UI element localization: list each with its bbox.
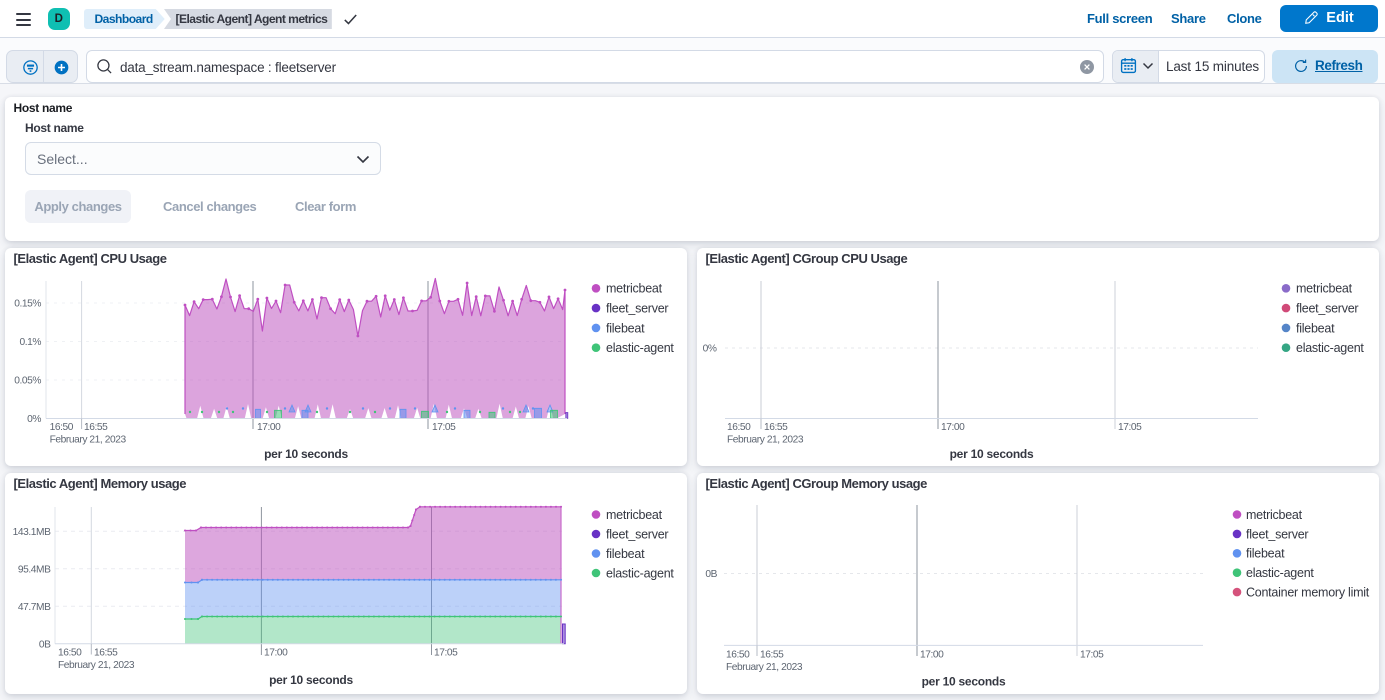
svg-text:filebeat: filebeat [606, 321, 645, 335]
svg-text:16:50: 16:50 [727, 422, 751, 433]
svg-text:0B: 0B [39, 640, 51, 651]
svg-text:17:05: 17:05 [434, 648, 458, 659]
svg-text:per 10 seconds: per 10 seconds [264, 447, 348, 461]
svg-text:metricbeat: metricbeat [1296, 282, 1353, 296]
svg-text:filebeat: filebeat [1296, 321, 1335, 335]
svg-text:16:50: 16:50 [50, 422, 74, 433]
svg-text:fleet_server: fleet_server [606, 527, 668, 541]
svg-text:elastic-agent: elastic-agent [606, 566, 674, 580]
svg-text:fleet_server: fleet_server [606, 302, 668, 316]
svg-text:17:05: 17:05 [432, 422, 456, 433]
svg-text:0.05%: 0.05% [14, 376, 41, 387]
svg-text:filebeat: filebeat [606, 547, 645, 561]
svg-text:elastic-agent: elastic-agent [606, 341, 674, 355]
svg-text:16:55: 16:55 [764, 422, 788, 433]
svg-text:0%: 0% [703, 344, 717, 355]
svg-text:per 10 seconds: per 10 seconds [269, 673, 353, 687]
svg-text:0B: 0B [705, 569, 717, 580]
svg-text:per 10 seconds: per 10 seconds [922, 675, 1006, 689]
svg-text:17:05: 17:05 [1118, 422, 1142, 433]
svg-text:February 21, 2023: February 21, 2023 [50, 435, 127, 446]
svg-text:0%: 0% [27, 414, 41, 425]
svg-text:16:50: 16:50 [58, 648, 82, 659]
svg-text:16:55: 16:55 [94, 648, 118, 659]
svg-text:metricbeat: metricbeat [606, 282, 663, 296]
svg-text:elastic-agent: elastic-agent [1296, 341, 1364, 355]
svg-text:47.7MB: 47.7MB [18, 602, 51, 613]
svg-text:fleet_server: fleet_server [1246, 527, 1308, 541]
svg-text:17:05: 17:05 [1080, 649, 1104, 660]
svg-text:17:00: 17:00 [264, 648, 288, 659]
svg-text:95.4MB: 95.4MB [18, 565, 51, 576]
svg-text:per 10 seconds: per 10 seconds [950, 447, 1034, 461]
svg-text:16:55: 16:55 [760, 649, 784, 660]
svg-text:0.1%: 0.1% [19, 337, 41, 348]
svg-text:fleet_server: fleet_server [1296, 302, 1358, 316]
svg-text:17:00: 17:00 [941, 422, 965, 433]
svg-text:0.15%: 0.15% [14, 299, 41, 310]
svg-text:February 21, 2023: February 21, 2023 [58, 660, 135, 671]
svg-text:February 21, 2023: February 21, 2023 [726, 662, 803, 673]
svg-text:filebeat: filebeat [1246, 547, 1285, 561]
svg-text:metricbeat: metricbeat [606, 508, 663, 522]
svg-text:February 21, 2023: February 21, 2023 [727, 435, 804, 446]
svg-text:elastic-agent: elastic-agent [1246, 566, 1314, 580]
svg-text:metricbeat: metricbeat [1246, 508, 1303, 522]
svg-text:17:00: 17:00 [920, 649, 944, 660]
svg-text:16:50: 16:50 [726, 649, 750, 660]
svg-text:16:55: 16:55 [84, 422, 108, 433]
svg-text:17:00: 17:00 [257, 422, 281, 433]
svg-text:143.1MB: 143.1MB [13, 527, 51, 538]
svg-text:Container memory limit: Container memory limit [1246, 586, 1370, 600]
